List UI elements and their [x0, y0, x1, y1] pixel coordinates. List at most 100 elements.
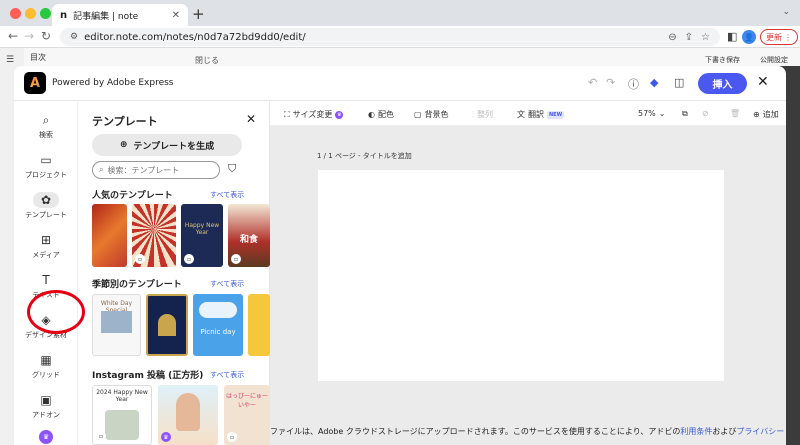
logo-letter: A	[29, 75, 41, 91]
thumbnail-text: Happy New Year	[184, 222, 220, 236]
tab-search-icon[interactable]: ⌄	[782, 7, 790, 17]
modal-header: A Powered by Adobe Express ↶ ↷ ⓘ ◆ ◫ 挿入 …	[14, 66, 786, 101]
adobe-express-modal: A Powered by Adobe Express ↶ ↷ ⓘ ◆ ◫ 挿入 …	[14, 66, 786, 445]
copy-page-icon[interactable]: ⧉	[682, 109, 688, 119]
browser-tab[interactable]: n 記事編集 | note ✕	[52, 4, 188, 26]
rail-item-templates[interactable]: ✿ テンプレート	[14, 192, 78, 220]
translate-icon: 文	[517, 110, 525, 119]
premium-crown-icon: ♛	[161, 432, 171, 442]
update-button[interactable]: 更新 ⋮	[760, 29, 798, 45]
template-type-icon: ▫	[135, 254, 145, 264]
layers-icon[interactable]: ◆	[650, 76, 658, 89]
minimize-window-button[interactable]	[25, 8, 36, 19]
site-info-icon[interactable]: ⚙	[70, 32, 78, 42]
panel-close-icon[interactable]: ✕	[246, 112, 256, 126]
rail-item-projects[interactable]: ▭ プロジェクト	[14, 152, 78, 180]
close-modal-icon[interactable]: ✕	[757, 74, 769, 90]
template-thumbnail[interactable]	[146, 294, 188, 356]
browser-tab-bar: n 記事編集 | note ✕ + ⌄	[0, 0, 800, 26]
template-thumbnail[interactable]: Happy New Year ▫	[181, 204, 223, 267]
add-page-button[interactable]: ⊕ 追加	[753, 109, 779, 120]
filter-icon[interactable]: ⛉	[228, 162, 236, 176]
help-icon[interactable]: ⓘ	[628, 76, 639, 92]
translate-button[interactable]: 文 翻訳 NEW	[517, 109, 565, 120]
maximize-window-button[interactable]	[40, 8, 51, 19]
design-page[interactable]	[318, 170, 724, 381]
zoom-icon[interactable]: ⊖	[668, 32, 676, 43]
avatar-glyph: 👤	[744, 32, 754, 42]
insert-button[interactable]: 挿入	[698, 73, 747, 94]
template-thumbnail[interactable]: 2024 Happy New Year ▫	[92, 385, 152, 445]
note-close-button[interactable]: 閉じる	[195, 55, 219, 66]
left-rail: ⌕ 検索 ▭ プロジェクト ✿ テンプレート ⊞ メディア T テキスト ◈ デ…	[14, 102, 78, 445]
forward-arrow-icon[interactable]: →	[24, 29, 34, 43]
more-icon: ⋮	[784, 32, 792, 42]
template-thumbnail[interactable]: Picnic day	[193, 294, 243, 356]
close-window-button[interactable]	[10, 8, 21, 19]
background-color-button[interactable]: ▢ 背景色	[414, 109, 449, 120]
template-thumbnail[interactable]	[92, 204, 127, 267]
background-label: 背景色	[424, 110, 449, 119]
reload-icon[interactable]: ↻	[41, 29, 51, 43]
seasonal-see-all-link[interactable]: すべて表示	[210, 279, 244, 289]
color-theme-button[interactable]: ◐ 配色	[368, 109, 394, 120]
thumbnail-photo	[101, 311, 132, 333]
popular-see-all-link[interactable]: すべて表示	[210, 190, 244, 200]
translate-label: 翻訳	[528, 110, 544, 119]
rail-item-label: グリッド	[32, 371, 60, 379]
profile-avatar[interactable]: 👤	[742, 30, 756, 44]
template-thumbnail[interactable]: はっぴーにゅーいやー ▫	[224, 385, 270, 445]
arrange-icon: ⫶	[472, 109, 474, 119]
rail-item-label: メディア	[32, 251, 60, 259]
grid-icon: ▦	[40, 353, 52, 367]
generate-template-button[interactable]: ⊕ テンプレートを生成	[92, 134, 242, 156]
sidepanel-icon[interactable]: ◧	[727, 30, 737, 43]
rail-item-media[interactable]: ⊞ メディア	[14, 232, 78, 260]
page-label[interactable]: 1 / 1 ページ - タイトルを追加	[317, 151, 412, 161]
undo-icon[interactable]: ↶	[588, 76, 597, 89]
zoom-select[interactable]: 57% ⌄	[638, 109, 665, 118]
back-arrow-icon[interactable]: ←	[8, 29, 18, 43]
toc-label[interactable]: 目次	[30, 52, 46, 63]
rail-item-addons[interactable]: ▣ アドオン	[14, 392, 78, 420]
rail-item-label: アドオン	[32, 411, 60, 419]
tab-close-icon[interactable]: ✕	[172, 10, 180, 21]
hide-icon[interactable]: ⊘	[702, 109, 709, 118]
template-search-input[interactable]: ⌕ 検索：テンプレート	[92, 161, 220, 179]
url-field[interactable]: ⚙ editor.note.com/notes/n0d7a72bd9dd0/ed…	[60, 28, 720, 46]
template-thumbnail[interactable]: ▫	[132, 204, 176, 267]
arrange-label: 整列	[477, 110, 493, 119]
template-thumbnail[interactable]: 和食 ▫	[228, 204, 270, 267]
rail-item-label: 検索	[39, 131, 53, 139]
rail-item-grid[interactable]: ▦ グリッド	[14, 352, 78, 380]
rail-item-search[interactable]: ⌕ 検索	[14, 112, 78, 140]
resize-label: サイズ変更	[292, 110, 333, 119]
arrange-button[interactable]: ⫶ 整列	[472, 109, 493, 120]
instagram-see-all-link[interactable]: すべて表示	[210, 370, 244, 380]
terms-link[interactable]: 利用条件	[680, 427, 712, 436]
tab-title: 記事編集 | note	[73, 11, 139, 22]
delete-icon[interactable]: 🗑	[730, 109, 740, 118]
template-thumbnail[interactable]	[248, 294, 270, 356]
media-highlight-annotation	[27, 290, 85, 334]
resize-button[interactable]: ⛶ サイズ変更 ♛	[284, 109, 344, 120]
privacy-link[interactable]: プライバシー	[736, 427, 784, 436]
adobe-express-logo: A	[24, 72, 46, 94]
note-favicon-icon: n	[60, 9, 68, 21]
hamburger-menu-icon[interactable]: ☰	[6, 55, 14, 65]
publish-settings-button[interactable]: 公開設定	[760, 55, 788, 65]
bookmark-star-icon[interactable]: ☆	[701, 32, 710, 43]
section-instagram-title: Instagram 投稿 (正方形)	[92, 371, 204, 381]
thumbnail-text: 和食	[239, 235, 258, 245]
template-thumbnail[interactable]: ♛	[158, 385, 218, 445]
premium-crown-icon[interactable]: ♛	[39, 430, 53, 444]
new-tab-button[interactable]: +	[192, 5, 205, 23]
thumbnail-cloud	[199, 302, 237, 318]
add-label: 追加	[762, 110, 779, 119]
template-thumbnail[interactable]: White Day Special	[92, 294, 141, 356]
share-icon[interactable]: ⇪	[685, 32, 693, 43]
save-draft-button[interactable]: 下書き保存	[705, 55, 740, 65]
comments-icon[interactable]: ◫	[674, 76, 684, 89]
section-seasonal-title: 季節別のテンプレート	[92, 280, 182, 290]
redo-icon[interactable]: ↷	[606, 76, 615, 89]
